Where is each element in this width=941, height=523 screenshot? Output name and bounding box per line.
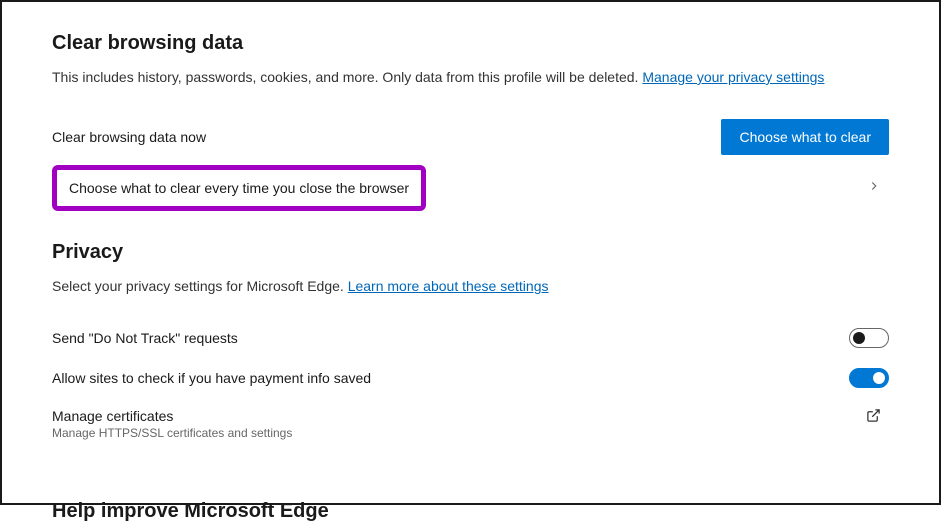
manage-certificates-row[interactable]: Manage certificates Manage HTTPS/SSL cer…	[52, 398, 889, 460]
clear-data-heading: Clear browsing data	[52, 32, 889, 55]
payment-row: Allow sites to check if you have payment…	[52, 358, 889, 398]
clear-data-description: This includes history, passwords, cookie…	[52, 69, 889, 85]
dnt-toggle[interactable]	[849, 328, 889, 348]
help-improve-heading: Help improve Microsoft Edge	[52, 500, 889, 523]
dnt-label: Send "Do Not Track" requests	[52, 330, 238, 346]
clear-now-label: Clear browsing data now	[52, 129, 206, 145]
privacy-desc-text: Select your privacy settings for Microso…	[52, 278, 348, 294]
privacy-description: Select your privacy settings for Microso…	[52, 278, 889, 294]
highlight-annotation: Choose what to clear every time you clos…	[52, 165, 426, 211]
clear-on-close-label: Choose what to clear every time you clos…	[69, 180, 409, 196]
manage-certificates-subtext: Manage HTTPS/SSL certificates and settin…	[52, 426, 292, 440]
clear-now-row: Clear browsing data now Choose what to c…	[52, 109, 889, 165]
dnt-row: Send "Do Not Track" requests	[52, 318, 889, 358]
learn-more-link[interactable]: Learn more about these settings	[348, 278, 549, 294]
clear-data-desc-text: This includes history, passwords, cookie…	[52, 69, 642, 85]
chevron-right-icon	[867, 179, 881, 198]
external-link-icon	[866, 408, 881, 428]
manage-privacy-link[interactable]: Manage your privacy settings	[642, 69, 824, 85]
payment-label: Allow sites to check if you have payment…	[52, 370, 371, 386]
manage-certificates-label: Manage certificates	[52, 408, 292, 424]
payment-toggle[interactable]	[849, 368, 889, 388]
choose-what-to-clear-button[interactable]: Choose what to clear	[721, 119, 889, 155]
privacy-heading: Privacy	[52, 241, 889, 264]
clear-on-close-row[interactable]: Choose what to clear every time you clos…	[52, 165, 889, 211]
